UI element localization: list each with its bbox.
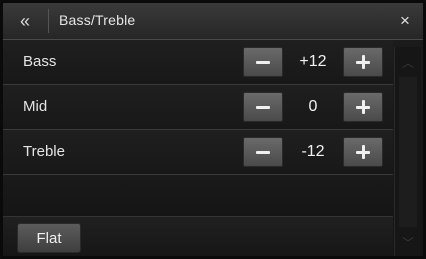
minus-icon — [256, 60, 270, 64]
treble-increase-button[interactable] — [343, 137, 383, 167]
scroll-up-button[interactable]: ︿ — [395, 49, 421, 75]
mid-decrease-button[interactable] — [243, 92, 283, 122]
bass-value: +12 — [299, 53, 327, 70]
bass-increase-button[interactable] — [343, 47, 383, 77]
scrollbar[interactable]: ︿ ﹀ — [394, 47, 421, 256]
header-divider — [48, 9, 49, 33]
empty-row — [3, 175, 393, 216]
chevron-down-icon: ﹀ — [401, 235, 414, 250]
treble-decrease-button[interactable] — [243, 137, 283, 167]
page-title: Bass/Treble — [59, 12, 136, 28]
footer-bar: Flat — [3, 216, 393, 256]
mid-value: 0 — [308, 98, 318, 115]
back-button[interactable]: « — [7, 7, 43, 35]
treble-stepper: -12 — [243, 137, 383, 167]
minus-icon — [256, 105, 270, 109]
scroll-track[interactable] — [399, 77, 417, 227]
bass-stepper: +12 — [243, 47, 383, 77]
close-icon: × — [400, 11, 410, 30]
bass-treble-screen: « Bass/Treble × Bass +12 Mid 0 Treble -1… — [0, 0, 426, 259]
bass-decrease-button[interactable] — [243, 47, 283, 77]
row-label-bass: Bass — [23, 53, 57, 70]
treble-value: -12 — [301, 143, 325, 160]
minus-icon — [256, 150, 270, 154]
settings-list: Bass +12 Mid 0 Treble -12 — [3, 40, 393, 216]
setting-row-bass: Bass +12 — [3, 40, 393, 85]
double-chevron-left-icon: « — [19, 10, 30, 31]
setting-row-treble: Treble -12 — [3, 130, 393, 175]
mid-stepper: 0 — [243, 92, 383, 122]
close-button[interactable]: × — [391, 7, 419, 35]
header-bar: « Bass/Treble × — [3, 3, 423, 40]
plus-icon — [356, 55, 370, 69]
mid-increase-button[interactable] — [343, 92, 383, 122]
flat-button[interactable]: Flat — [17, 223, 81, 253]
plus-icon — [356, 145, 370, 159]
setting-row-mid: Mid 0 — [3, 85, 393, 130]
scroll-down-button[interactable]: ﹀ — [395, 229, 421, 255]
row-label-treble: Treble — [23, 143, 65, 160]
chevron-up-icon: ︿ — [401, 55, 414, 70]
plus-icon — [356, 100, 370, 114]
row-label-mid: Mid — [23, 98, 48, 115]
